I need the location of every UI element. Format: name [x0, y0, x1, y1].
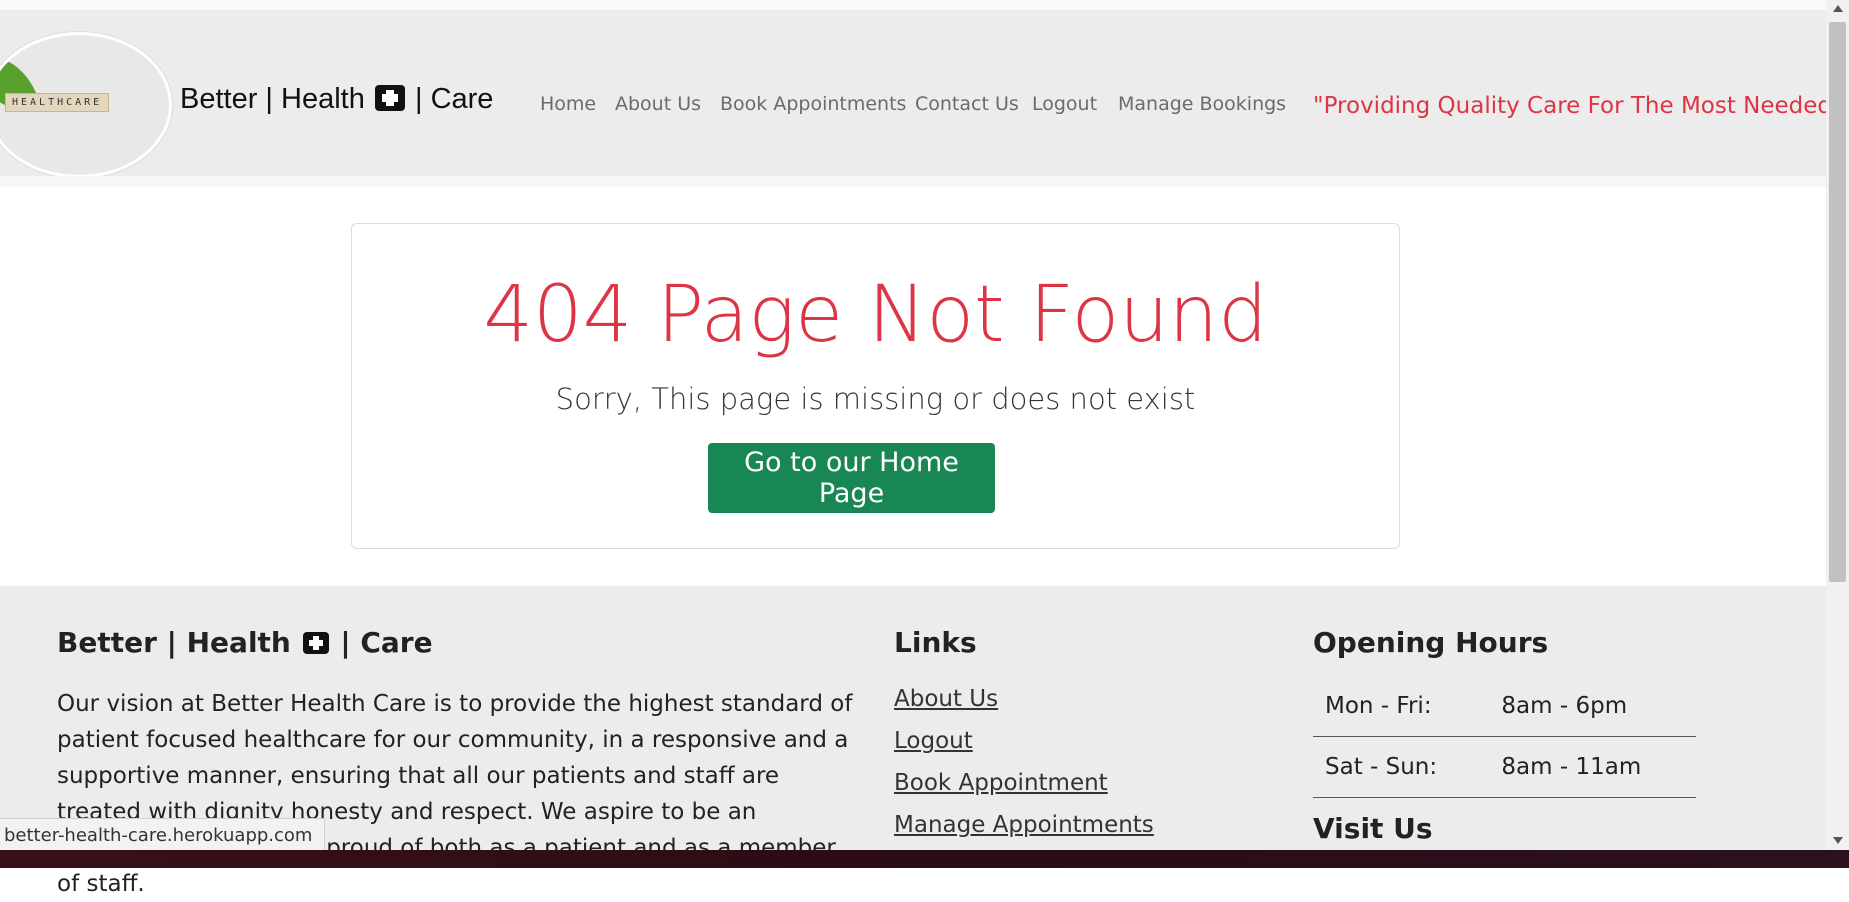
hours-time: 8am - 11am — [1483, 736, 1696, 798]
navbar: HEALTHCARE Better | Health | Care Home A… — [0, 10, 1843, 178]
medical-kit-icon — [302, 632, 329, 654]
os-taskbar — [0, 850, 1849, 868]
nav-logout[interactable]: Logout — [1032, 93, 1097, 115]
footer-link-book-appointment[interactable]: Book Appointment — [894, 770, 1108, 796]
nav-home[interactable]: Home — [540, 93, 596, 115]
footer-visit-heading: Visit Us — [1313, 812, 1433, 845]
logo-word: HEALTHCARE — [5, 93, 110, 112]
go-home-button[interactable]: Go to our Home Page — [708, 443, 995, 513]
opening-hours-table: Mon - Fri: 8am - 6pm Sat - Sun: 8am - 11… — [1313, 676, 1696, 798]
footer-link-logout[interactable]: Logout — [894, 728, 973, 754]
scroll-down-arrow-icon[interactable] — [1833, 837, 1843, 844]
nav-about-us[interactable]: About Us — [615, 93, 701, 115]
link-preview-status-bar: better-health-care.herokuapp.com — [0, 818, 326, 854]
footer-links-heading: Links — [894, 626, 977, 659]
hours-time: 8am - 6pm — [1483, 676, 1696, 737]
nav-contact-us[interactable]: Contact Us — [915, 93, 1019, 115]
footer-hours-heading: Opening Hours — [1313, 626, 1549, 659]
nav-manage-bookings[interactable]: Manage Bookings — [1118, 93, 1286, 115]
medical-kit-icon — [374, 85, 405, 111]
footer-brand-heading: Better | Health | Care — [57, 626, 433, 659]
scrollbar-thumb[interactable] — [1829, 22, 1846, 582]
browser-top-strip — [0, 0, 1826, 10]
brand-name[interactable]: Better | Health | Care — [180, 83, 493, 116]
hours-day: Mon - Fri: — [1313, 676, 1484, 737]
footer-vision-text: Our vision at Better Health Care is to p… — [57, 691, 853, 897]
table-row: Mon - Fri: 8am - 6pm — [1313, 676, 1696, 737]
vertical-scrollbar[interactable] — [1826, 0, 1849, 850]
table-row: Sat - Sun: 8am - 11am — [1313, 736, 1696, 798]
nav-book-appointments[interactable]: Book Appointments — [720, 93, 906, 115]
brand-name-part1: Better | Health — [180, 83, 365, 115]
footer: Better | Health | Care Our vision at Bet… — [0, 586, 1826, 897]
footer-brand-part2: | Care — [340, 626, 433, 659]
error-title: 404 Page Not Found — [483, 270, 1268, 360]
error-subtitle: Sorry, This page is missing or does not … — [555, 382, 1196, 416]
footer-link-about-us[interactable]: About Us — [894, 686, 998, 712]
slogan: "Providing Quality Care For The Most Nee… — [1313, 93, 1843, 119]
error-card: 404 Page Not Found Sorry, This page is m… — [351, 223, 1400, 549]
brand-name-part2: | Care — [414, 83, 494, 115]
navbar-shadow — [0, 176, 1826, 187]
footer-brand-part1: Better | Health — [57, 626, 291, 659]
hours-day: Sat - Sun: — [1313, 736, 1484, 798]
logo[interactable]: HEALTHCARE — [0, 32, 172, 178]
footer-link-manage-appointments[interactable]: Manage Appointments — [894, 812, 1154, 838]
scroll-up-arrow-icon[interactable] — [1833, 5, 1843, 12]
